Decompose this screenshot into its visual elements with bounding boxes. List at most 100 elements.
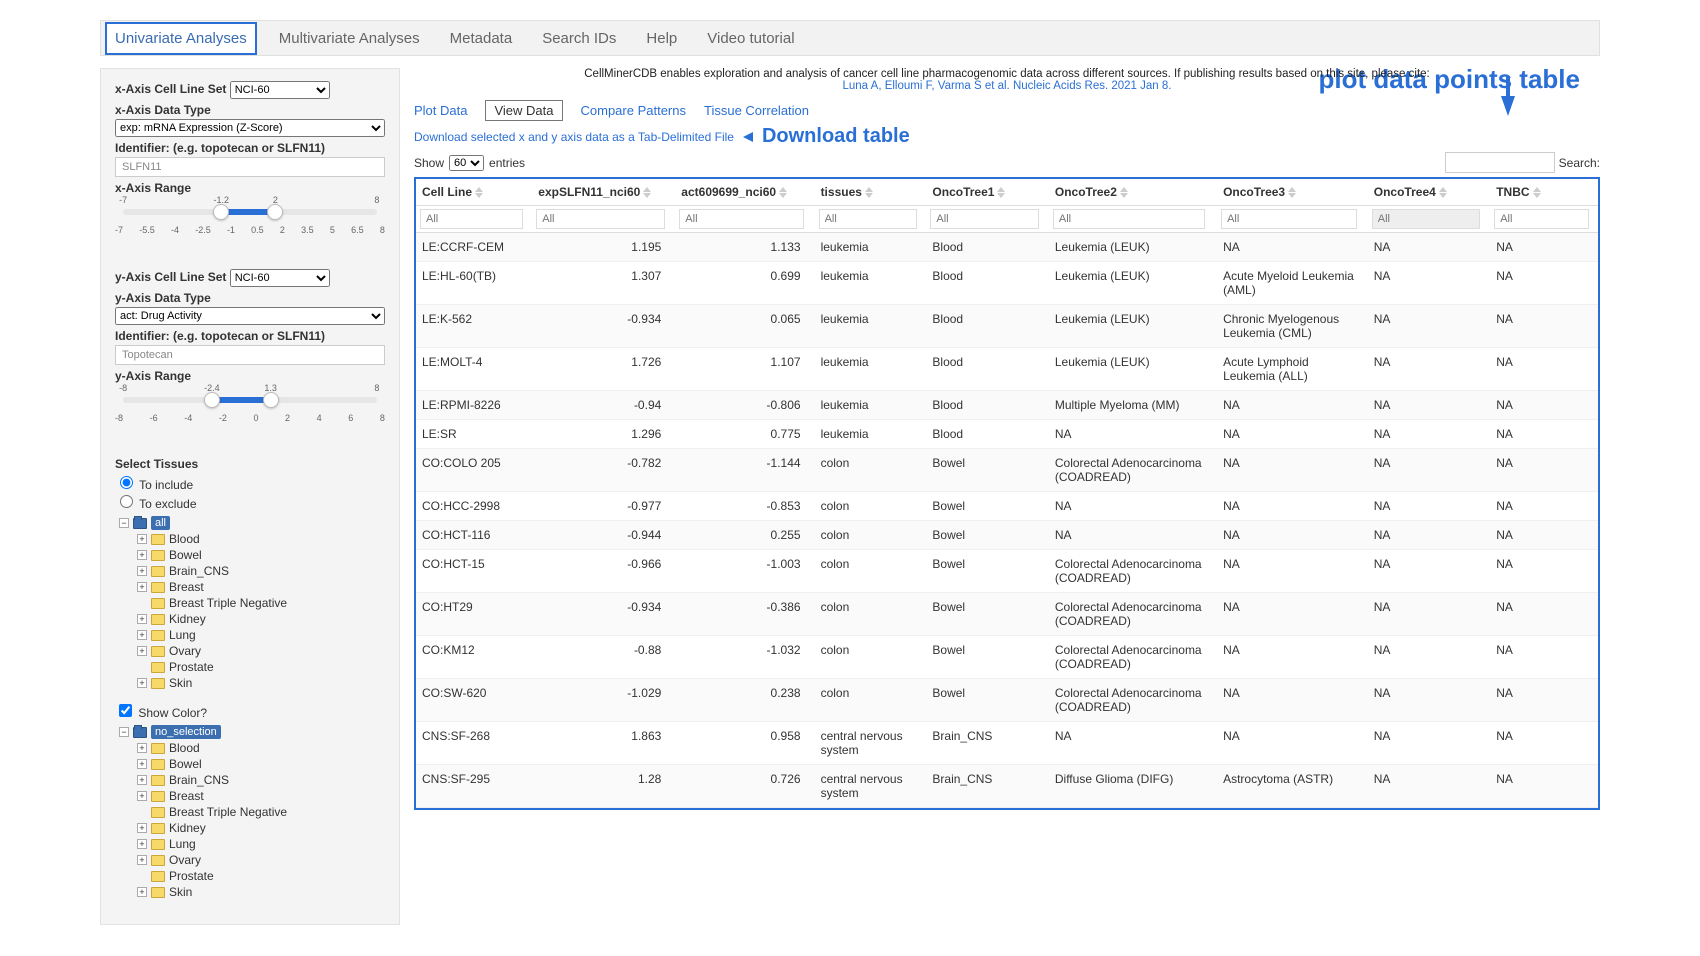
tree-expand-icon[interactable]: + — [137, 839, 147, 849]
column-header[interactable]: OncoTree3 — [1217, 179, 1368, 206]
tissue-item[interactable]: Skin — [169, 676, 192, 690]
column-header[interactable]: TNBC — [1490, 179, 1598, 206]
tree-expand-icon[interactable]: + — [137, 743, 147, 753]
tissue-item[interactable]: Lung — [169, 837, 196, 851]
table-cell: NA — [1368, 521, 1490, 550]
inner-tab-plot-data[interactable]: Plot Data — [414, 103, 467, 118]
tree-expand-icon[interactable]: + — [137, 550, 147, 560]
tissue-item[interactable]: Breast — [169, 580, 204, 594]
top-tab-search-ids[interactable]: Search IDs — [534, 24, 624, 53]
tissue-item[interactable]: Bowel — [169, 757, 202, 771]
column-header[interactable]: tissues — [815, 179, 927, 206]
sort-icon — [779, 186, 787, 199]
tree-expand-icon[interactable]: + — [137, 630, 147, 640]
tree-expand-icon[interactable]: + — [137, 614, 147, 624]
column-filter-input[interactable] — [819, 209, 918, 229]
column-header[interactable]: OncoTree4 — [1368, 179, 1490, 206]
tree-collapse-icon[interactable]: − — [119, 518, 129, 528]
table-cell: NA — [1490, 449, 1598, 492]
table-cell: NA — [1368, 420, 1490, 449]
top-tab-video-tutorial[interactable]: Video tutorial — [699, 24, 802, 53]
column-header[interactable]: OncoTree2 — [1049, 179, 1217, 206]
show-color-checkbox[interactable] — [119, 704, 132, 717]
tissue-item[interactable]: Blood — [169, 741, 200, 755]
to-exclude-radio[interactable] — [120, 495, 133, 508]
tissue-item[interactable]: Brain_CNS — [169, 773, 229, 787]
tree-expand-icon[interactable]: + — [137, 775, 147, 785]
column-filter-input[interactable] — [1494, 209, 1589, 229]
table-cell: Blood — [926, 233, 1048, 262]
entries-select[interactable]: 60 — [449, 155, 484, 171]
column-header[interactable]: Cell Line — [416, 179, 532, 206]
tree-expand-icon[interactable]: + — [137, 823, 147, 833]
tissue-item[interactable]: Prostate — [169, 660, 214, 674]
to-include-radio[interactable] — [120, 476, 133, 489]
table-cell: LE:K-562 — [416, 305, 532, 348]
table-cell: NA — [1368, 636, 1490, 679]
column-filter-input[interactable] — [536, 209, 664, 229]
tissue-item[interactable]: Kidney — [169, 821, 206, 835]
tree-leaf-icon — [137, 807, 147, 817]
x-data-type-select[interactable]: exp: mRNA Expression (Z-Score) — [115, 119, 385, 137]
table-cell: NA — [1368, 305, 1490, 348]
tree-root-badge[interactable]: no_selection — [151, 725, 221, 739]
show-label: Show — [414, 156, 444, 170]
y-cell-line-set-select[interactable]: NCI-60 — [230, 269, 330, 287]
column-filter-input[interactable] — [1372, 209, 1481, 229]
tree-expand-icon[interactable]: + — [137, 582, 147, 592]
tissue-item[interactable]: Breast — [169, 789, 204, 803]
column-header[interactable]: expSLFN11_nci60 — [532, 179, 675, 206]
inner-tab-tissue-correlation[interactable]: Tissue Correlation — [704, 103, 809, 118]
x-cell-line-set-select[interactable]: NCI-60 — [230, 81, 330, 99]
table-cell: Colorectal Adenocarcinoma (COADREAD) — [1049, 449, 1217, 492]
tissue-item[interactable]: Prostate — [169, 869, 214, 883]
inner-tab-view-data[interactable]: View Data — [485, 100, 562, 121]
inner-tab-compare-patterns[interactable]: Compare Patterns — [581, 103, 687, 118]
tree-expand-icon[interactable]: + — [137, 855, 147, 865]
top-tab-metadata[interactable]: Metadata — [442, 24, 521, 53]
column-header[interactable]: act609699_nci60 — [675, 179, 814, 206]
tissue-item[interactable]: Breast Triple Negative — [169, 805, 287, 819]
x-range-slider[interactable]: -7-1.228 -7-5.5-4-2.5-10.523.556.58 — [115, 201, 385, 241]
tissue-item[interactable]: Ovary — [169, 853, 201, 867]
top-tab-help[interactable]: Help — [638, 24, 685, 53]
top-tab-univariate-analyses[interactable]: Univariate Analyses — [105, 22, 257, 55]
tissue-item[interactable]: Kidney — [169, 612, 206, 626]
y-data-type-select[interactable]: act: Drug Activity — [115, 307, 385, 325]
tree-expand-icon[interactable]: + — [137, 534, 147, 544]
y-range-slider[interactable]: -8-2.41.38 -8-6-4-202468 — [115, 389, 385, 429]
download-tab-file-link[interactable]: Download selected x and y axis data as a… — [414, 130, 734, 144]
y-identifier-input[interactable] — [115, 345, 385, 365]
search-input[interactable] — [1445, 152, 1555, 173]
tree-expand-icon[interactable]: + — [137, 791, 147, 801]
tissue-item[interactable]: Brain_CNS — [169, 564, 229, 578]
tree-expand-icon[interactable]: + — [137, 646, 147, 656]
column-filter-input[interactable] — [679, 209, 804, 229]
tree-collapse-icon[interactable]: − — [119, 727, 129, 737]
y-range-label: y-Axis Range — [115, 369, 385, 383]
tissue-item[interactable]: Breast Triple Negative — [169, 596, 287, 610]
table-cell: colon — [815, 636, 927, 679]
column-filter-input[interactable] — [930, 209, 1039, 229]
tree-expand-icon[interactable]: + — [137, 887, 147, 897]
column-filter-input[interactable] — [1221, 209, 1357, 229]
table-cell: colon — [815, 679, 927, 722]
table-row: CO:HCT-116-0.9440.255colonBowelNANANANA — [416, 521, 1598, 550]
column-filter-input[interactable] — [1053, 209, 1205, 229]
top-tab-multivariate-analyses[interactable]: Multivariate Analyses — [271, 24, 428, 53]
tissue-item[interactable]: Ovary — [169, 644, 201, 658]
tree-expand-icon[interactable]: + — [137, 759, 147, 769]
tissue-item[interactable]: Bowel — [169, 548, 202, 562]
tree-expand-icon[interactable]: + — [137, 678, 147, 688]
column-header[interactable]: OncoTree1 — [926, 179, 1048, 206]
tree-expand-icon[interactable]: + — [137, 566, 147, 576]
x-identifier-input[interactable] — [115, 157, 385, 177]
citation-link[interactable]: Luna A, Elloumi F, Varma S et al. Nuclei… — [843, 80, 1172, 92]
tissue-item[interactable]: Skin — [169, 885, 192, 899]
tissue-item[interactable]: Blood — [169, 532, 200, 546]
tissue-item[interactable]: Lung — [169, 628, 196, 642]
tree-root-badge[interactable]: all — [151, 516, 170, 530]
column-filter-input[interactable] — [420, 209, 523, 229]
sort-icon — [643, 186, 651, 199]
table-row: CO:HCC-2998-0.977-0.853colonBowelNANANAN… — [416, 492, 1598, 521]
